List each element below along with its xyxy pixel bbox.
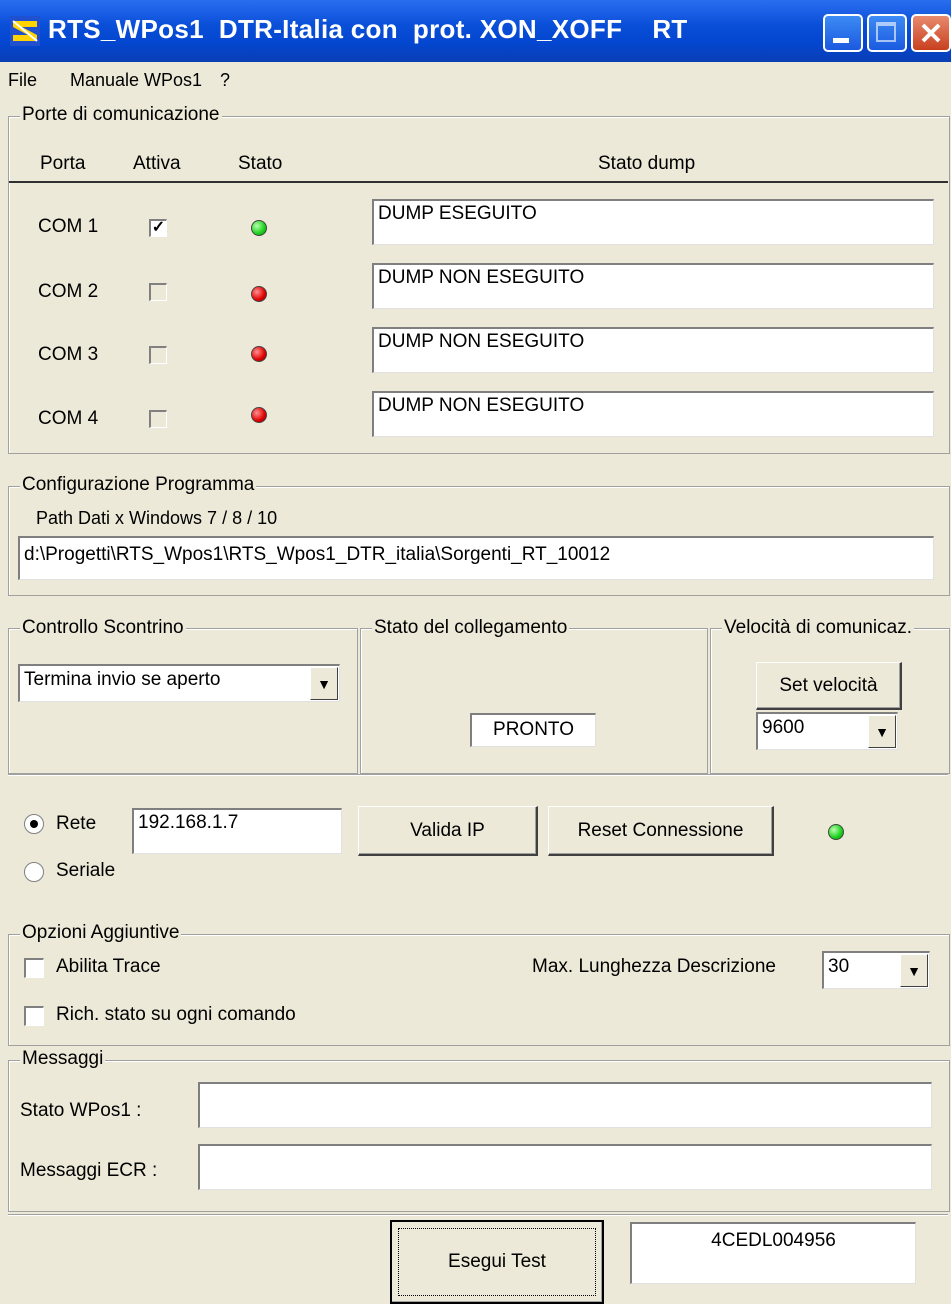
options-group-label: Opzioni Aggiuntive bbox=[20, 922, 182, 944]
menu-file[interactable]: File bbox=[8, 70, 37, 91]
menu-help[interactable]: ? bbox=[220, 70, 230, 91]
header-port: Porta bbox=[40, 153, 86, 174]
minimize-icon bbox=[833, 38, 849, 43]
port-name: COM 2 bbox=[38, 281, 99, 302]
seriale-label: Seriale bbox=[56, 860, 116, 881]
ip-input[interactable]: 192.168.1.7 bbox=[132, 808, 342, 854]
maxlen-select[interactable]: 30 ▼ bbox=[822, 951, 930, 989]
wpos-status-field[interactable] bbox=[198, 1082, 932, 1128]
port-status-led bbox=[251, 286, 267, 302]
close-icon bbox=[921, 23, 941, 43]
receipt-group-label: Controllo Scontrino bbox=[20, 617, 186, 639]
maxlen-label: Max. Lunghezza Descrizione bbox=[532, 956, 776, 977]
menu-manuale[interactable]: Manuale WPos1 bbox=[70, 70, 202, 91]
link-group bbox=[360, 628, 708, 774]
run-test-button[interactable]: Esegui Test bbox=[390, 1220, 604, 1304]
separator bbox=[8, 1214, 948, 1216]
link-group-label: Stato del collegamento bbox=[372, 617, 570, 639]
chevron-down-icon[interactable]: ▼ bbox=[868, 715, 896, 748]
port-name: COM 3 bbox=[38, 344, 99, 365]
port-status-led bbox=[251, 220, 267, 236]
port-dump-field[interactable]: DUMP ESEGUITO bbox=[372, 199, 934, 245]
radio-selected-dot bbox=[30, 820, 38, 828]
serial-number-field: 4CEDL004956 bbox=[630, 1222, 916, 1284]
port-status-led bbox=[251, 407, 267, 423]
wpos-status-label: Stato WPos1 : bbox=[20, 1100, 142, 1121]
separator bbox=[8, 774, 948, 776]
port-active-checkbox[interactable]: ✓ bbox=[149, 219, 167, 237]
speed-group-label: Velocità di comunicaz. bbox=[722, 617, 914, 639]
header-status: Stato bbox=[238, 153, 283, 174]
chevron-down-icon[interactable]: ▼ bbox=[900, 954, 928, 987]
seriale-radio[interactable] bbox=[24, 862, 44, 882]
rete-radio[interactable] bbox=[24, 814, 44, 834]
ecr-messages-field[interactable] bbox=[198, 1144, 932, 1190]
connection-status-led bbox=[828, 824, 844, 840]
port-status-led bbox=[251, 346, 267, 362]
port-dump-field[interactable]: DUMP NON ESEGUITO bbox=[372, 391, 934, 437]
port-name: COM 4 bbox=[38, 408, 99, 429]
speed-value: 9600 bbox=[762, 717, 805, 738]
options-group bbox=[8, 934, 950, 1046]
minimize-button[interactable] bbox=[823, 14, 863, 52]
port-name: COM 1 bbox=[38, 216, 99, 237]
focus-rect bbox=[398, 1228, 596, 1296]
port-dump-field[interactable]: DUMP NON ESEGUITO bbox=[372, 263, 934, 309]
port-active-checkbox[interactable] bbox=[149, 346, 167, 364]
chevron-down-icon[interactable]: ▼ bbox=[310, 667, 338, 700]
close-button[interactable] bbox=[911, 14, 951, 52]
app-icon bbox=[10, 16, 40, 46]
path-input[interactable]: d:\Progetti\RTS_Wpos1\RTS_Wpos1_DTR_ital… bbox=[18, 536, 934, 580]
messages-group-label: Messaggi bbox=[20, 1048, 106, 1070]
port-active-checkbox[interactable] bbox=[149, 410, 167, 428]
speed-select[interactable]: 9600 ▼ bbox=[756, 712, 898, 750]
header-active: Attiva bbox=[133, 153, 181, 174]
config-group-label: Configurazione Programma bbox=[20, 474, 257, 496]
receipt-mode-value: Termina invio se aperto bbox=[24, 669, 221, 690]
set-speed-button[interactable]: Set velocità bbox=[756, 662, 902, 710]
port-dump-field[interactable]: DUMP NON ESEGUITO bbox=[372, 327, 934, 373]
trace-label: Abilita Trace bbox=[56, 956, 161, 977]
link-status-field: PRONTO bbox=[470, 713, 596, 747]
maximize-icon bbox=[876, 22, 896, 42]
maxlen-value: 30 bbox=[828, 956, 850, 977]
rete-label: Rete bbox=[56, 813, 97, 834]
header-divider bbox=[9, 181, 948, 183]
status-each-label: Rich. stato su ogni comando bbox=[56, 1004, 296, 1025]
reset-connection-button[interactable]: Reset Connessione bbox=[548, 806, 774, 856]
path-label: Path Dati x Windows 7 / 8 / 10 bbox=[36, 508, 278, 528]
header-dump: Stato dump bbox=[598, 153, 696, 174]
validate-ip-button[interactable]: Valida IP bbox=[358, 806, 538, 856]
ports-group-label: Porte di comunicazione bbox=[20, 104, 222, 126]
receipt-mode-select[interactable]: Termina invio se aperto ▼ bbox=[18, 664, 340, 702]
maximize-button[interactable] bbox=[867, 14, 907, 52]
trace-checkbox[interactable] bbox=[24, 958, 44, 978]
window-title: RTS_WPos1 DTR-Italia con prot. XON_XOFF … bbox=[48, 14, 688, 44]
ecr-messages-label: Messaggi ECR : bbox=[20, 1160, 158, 1181]
port-active-checkbox[interactable] bbox=[149, 283, 167, 301]
status-each-checkbox[interactable] bbox=[24, 1006, 44, 1026]
